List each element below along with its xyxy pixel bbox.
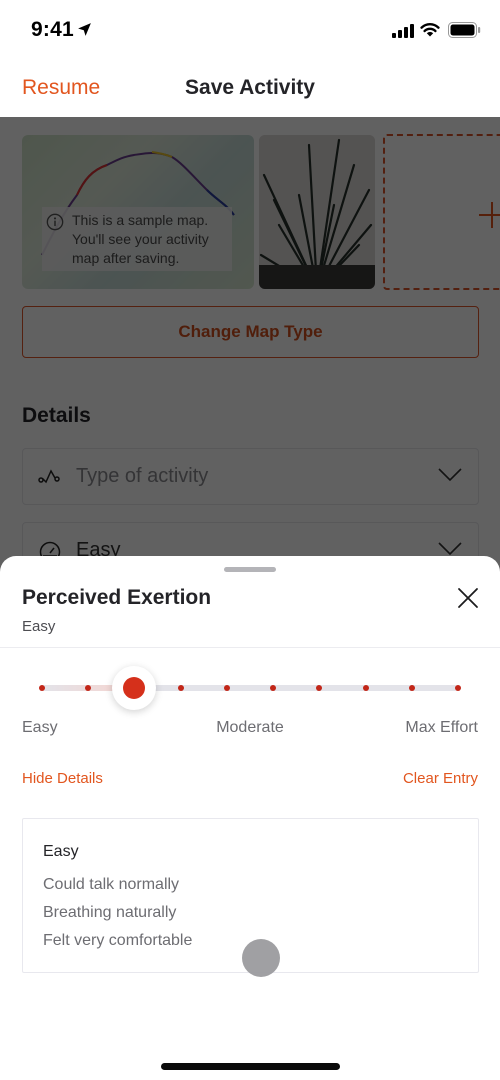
sheet-divider (0, 647, 500, 648)
home-indicator (161, 1063, 340, 1070)
wifi-icon (420, 23, 440, 37)
close-button[interactable] (452, 582, 484, 614)
hide-details-link[interactable]: Hide Details (22, 770, 103, 787)
detail-title: Easy (43, 843, 79, 860)
location-arrow-icon (78, 23, 91, 36)
status-bar: 9:41 (0, 0, 500, 62)
clear-entry-link[interactable]: Clear Entry (403, 770, 478, 787)
nav-bar: Resume Save Activity (0, 62, 500, 117)
detail-line: Felt very comfortable (43, 932, 193, 949)
close-icon (458, 588, 478, 608)
slider-stop[interactable] (455, 685, 461, 691)
perceived-exertion-sheet: Perceived Exertion Easy Easy Moderate Ma… (0, 556, 500, 1080)
detail-line: Breathing naturally (43, 904, 177, 921)
cellular-signal-icon (392, 24, 414, 38)
slider-stop[interactable] (223, 685, 230, 691)
battery-icon (448, 22, 481, 38)
status-time: 9:41 (31, 18, 74, 41)
sheet-subtitle: Easy (22, 618, 56, 635)
page-title: Save Activity (185, 76, 315, 99)
sheet-title: Perceived Exertion (22, 586, 212, 609)
slider-stop[interactable] (408, 685, 415, 691)
touch-indicator (242, 939, 280, 977)
slider-stop[interactable] (177, 685, 184, 691)
slider-stop[interactable] (39, 685, 45, 691)
sheet-grabber[interactable] (224, 567, 276, 572)
slider-stop[interactable] (362, 685, 369, 691)
slider-thumb[interactable] (112, 666, 157, 710)
exertion-slider[interactable] (22, 666, 478, 710)
scale-label-max: Max Effort (405, 719, 478, 736)
detail-line: Could talk normally (43, 876, 180, 893)
